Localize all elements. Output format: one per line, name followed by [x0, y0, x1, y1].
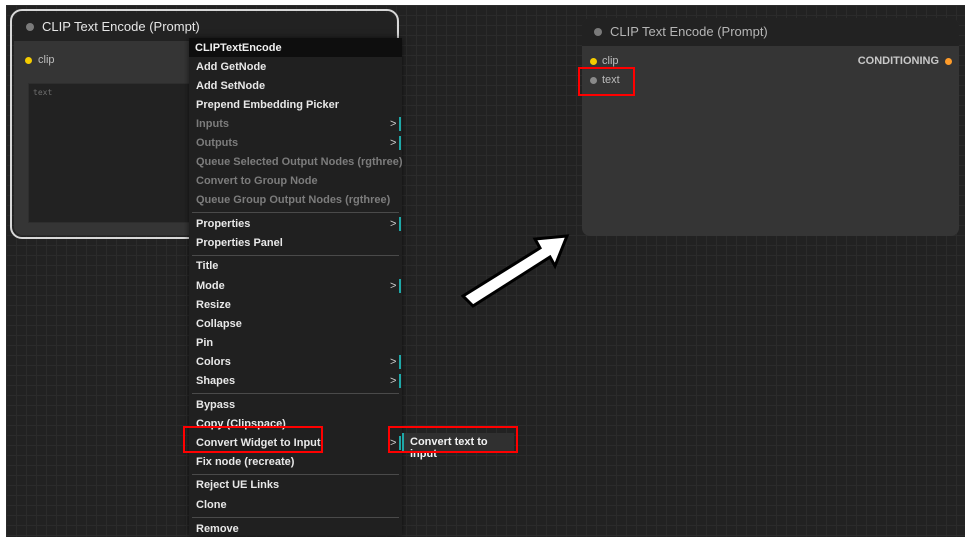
clip-text-encode-node-right[interactable]: CLIP Text Encode (Prompt) clip text COND… — [582, 18, 959, 236]
submenu-arrow-icon: > — [390, 136, 402, 150]
menu-item-remove[interactable]: Remove — [196, 523, 239, 535]
conditioning-output-label: CONDITIONING — [857, 55, 939, 67]
highlight-convert-widget-to-input — [183, 426, 323, 453]
highlight-text-input-slot — [578, 67, 635, 96]
menu-item-add-getnode[interactable]: Add GetNode — [196, 61, 266, 73]
menu-item-shapes[interactable]: Shapes — [196, 375, 235, 387]
menu-separator — [192, 517, 399, 518]
menu-separator — [192, 474, 399, 475]
submenu-arrow-icon: > — [390, 117, 402, 131]
node-title: CLIP Text Encode (Prompt) — [610, 24, 768, 39]
node-title-bar[interactable]: CLIP Text Encode (Prompt) — [582, 18, 959, 46]
menu-item-fix-node-recreate[interactable]: Fix node (recreate) — [196, 456, 294, 468]
submenu-arrow-icon: > — [390, 279, 402, 293]
menu-item-prepend-embedding-picker[interactable]: Prepend Embedding Picker — [196, 99, 339, 111]
clip-input-slot-icon[interactable] — [25, 57, 32, 64]
submenu-arrow-icon: > — [390, 217, 402, 231]
menu-item-collapse[interactable]: Collapse — [196, 318, 242, 330]
collapse-dot-icon[interactable] — [594, 28, 602, 36]
menu-separator — [192, 255, 399, 256]
conditioning-output-slot-icon[interactable] — [945, 58, 952, 65]
clip-input-label: clip — [38, 54, 55, 66]
menu-separator — [192, 212, 399, 213]
clip-input-label: clip — [602, 55, 619, 67]
context-menu-header: CLIPTextEncode — [189, 38, 402, 57]
menu-item-mode[interactable]: Mode — [196, 280, 225, 292]
menu-item-properties[interactable]: Properties — [196, 218, 250, 230]
menu-item-outputs: Outputs — [196, 137, 239, 149]
menu-item-bypass[interactable]: Bypass — [196, 399, 235, 411]
menu-item-properties-panel[interactable]: Properties Panel — [196, 237, 283, 249]
context-menu-title: CLIPTextEncode — [195, 42, 282, 54]
menu-item-reject-ue-links[interactable]: Reject UE Links — [196, 479, 279, 491]
menu-item-add-setnode[interactable]: Add SetNode — [196, 80, 265, 92]
collapse-dot-icon[interactable] — [26, 23, 34, 31]
menu-item-queue-selected-output-nodes: Queue Selected Output Nodes (rgthree) — [196, 156, 403, 168]
highlight-convert-text-to-input — [388, 426, 518, 453]
menu-item-queue-group-output-nodes: Queue Group Output Nodes (rgthree) — [196, 194, 391, 206]
menu-item-title[interactable]: Title — [196, 260, 218, 272]
menu-item-convert-to-group-node: Convert to Group Node — [196, 175, 318, 187]
menu-item-colors[interactable]: Colors — [196, 356, 231, 368]
node-title-bar[interactable]: CLIP Text Encode (Prompt) — [14, 13, 395, 41]
submenu-arrow-icon: > — [390, 374, 402, 388]
context-menu: CLIPTextEncode Add GetNode Add SetNode P… — [189, 38, 403, 535]
menu-item-resize[interactable]: Resize — [196, 299, 231, 311]
menu-separator — [192, 393, 399, 394]
menu-item-clone[interactable]: Clone — [196, 499, 227, 511]
menu-item-inputs: Inputs — [196, 118, 229, 130]
clip-input-slot-icon[interactable] — [590, 58, 597, 65]
submenu-arrow-icon: > — [390, 355, 402, 369]
menu-item-pin[interactable]: Pin — [196, 337, 213, 349]
textarea-placeholder: text — [33, 88, 53, 97]
node-title: CLIP Text Encode (Prompt) — [42, 19, 200, 34]
direction-arrow-icon — [460, 234, 570, 308]
